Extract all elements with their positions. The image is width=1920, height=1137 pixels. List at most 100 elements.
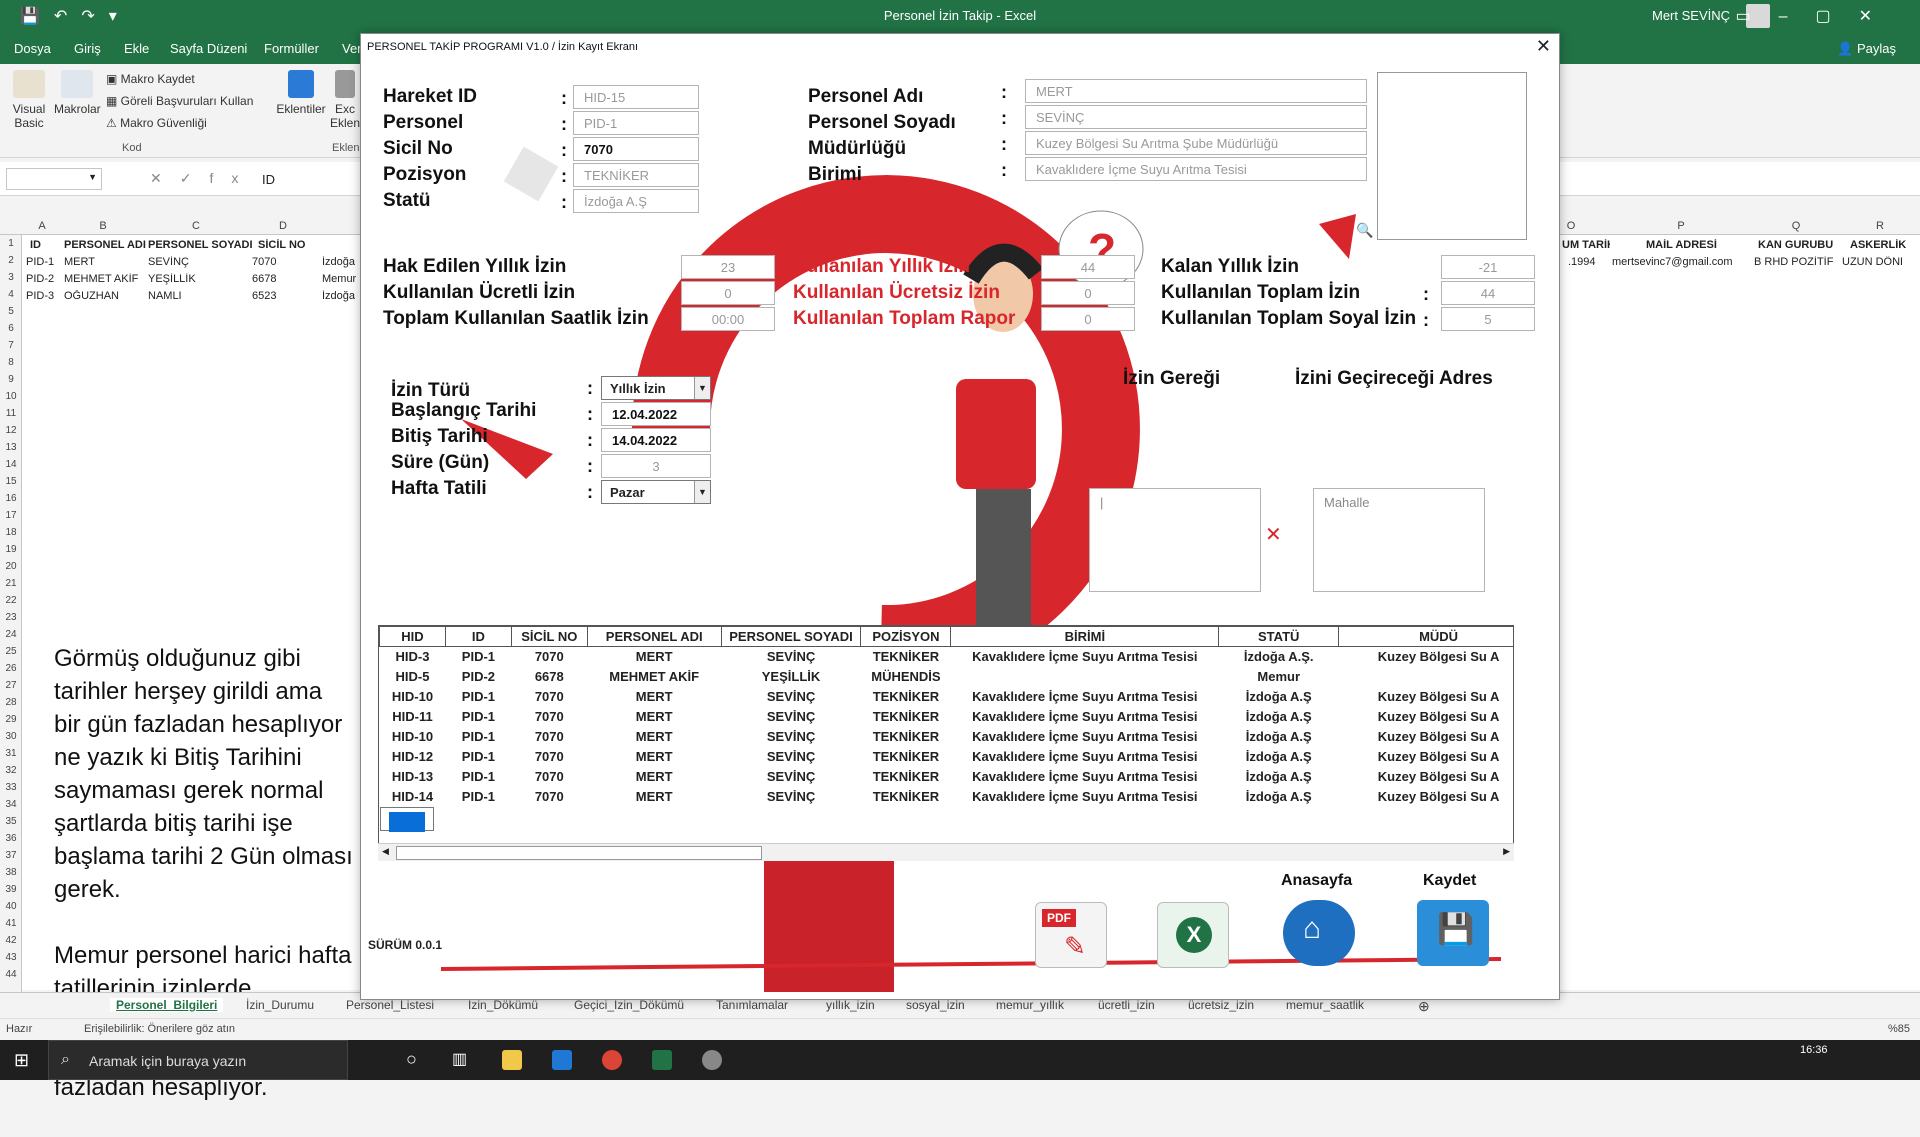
col-header-p[interactable]: P bbox=[1610, 220, 1752, 232]
col-header-o[interactable]: O bbox=[1560, 220, 1582, 232]
kull-ucretli-field[interactable]: 0 bbox=[681, 281, 775, 305]
table-row[interactable]: HID-14 PID-1 7070 MERT SEVİNÇ TEKNİKER Kavaklı… bbox=[380, 787, 1514, 807]
row-header[interactable]: 22 bbox=[0, 595, 22, 606]
col-header-r[interactable]: R bbox=[1840, 220, 1920, 232]
visual-basic-button[interactable]: Visual Basic bbox=[10, 70, 48, 130]
cell-q2[interactable]: B RHD POZİTİF bbox=[1754, 256, 1833, 268]
kalan-yillik-field[interactable]: -21 bbox=[1441, 255, 1535, 279]
cell-d4[interactable]: 6523 bbox=[252, 290, 276, 302]
addins-button[interactable]: Eklentiler bbox=[276, 70, 326, 116]
row-header[interactable]: 44 bbox=[0, 969, 22, 980]
row-header[interactable]: 29 bbox=[0, 714, 22, 725]
row-header[interactable]: 41 bbox=[0, 918, 22, 929]
col-header-d[interactable]: D bbox=[248, 220, 318, 232]
personel-adi-field[interactable]: MERT bbox=[1025, 79, 1367, 103]
sicil-no-field[interactable]: 7070 bbox=[573, 137, 699, 161]
photo-search-icon[interactable]: 🔍 bbox=[1356, 222, 1373, 239]
row-header[interactable]: 30 bbox=[0, 731, 22, 742]
table-row[interactable]: HID-10 PID-1 7070 MERT SEVİNÇ TEKNİKER Kavaklı… bbox=[380, 727, 1514, 747]
row-header[interactable]: 18 bbox=[0, 527, 22, 538]
row-header[interactable]: 6 bbox=[0, 323, 22, 334]
pdf-button[interactable]: PDF ✎ bbox=[1035, 902, 1107, 968]
hak-edilen-field[interactable]: 23 bbox=[681, 255, 775, 279]
hareket-id-field[interactable]: HID-15 bbox=[573, 85, 699, 109]
th-statu[interactable]: STATÜ bbox=[1218, 626, 1340, 647]
task-view-icon[interactable]: ▥ bbox=[452, 1049, 467, 1069]
table-horizontal-scrollbar[interactable]: ◀ ▶ bbox=[378, 843, 1514, 861]
col-header-c[interactable]: C bbox=[144, 220, 248, 232]
chrome-icon[interactable] bbox=[602, 1050, 622, 1070]
kull-yillik-field[interactable]: 44 bbox=[1041, 255, 1135, 279]
izin-adres-textarea[interactable]: Mahalle bbox=[1313, 488, 1485, 592]
cell-c3[interactable]: YEŞİLLİK bbox=[148, 273, 196, 285]
row-header[interactable]: 17 bbox=[0, 510, 22, 521]
row-header[interactable]: 21 bbox=[0, 578, 22, 589]
relative-refs-button[interactable]: ▦ Göreli Başvuruları Kullan bbox=[106, 94, 253, 108]
row-header[interactable]: 5 bbox=[0, 306, 22, 317]
save-button[interactable]: 💾 bbox=[1417, 900, 1489, 966]
table-row[interactable]: HID-3 PID-1 7070 MERT SEVİNÇ TEKNİKER Kavaklıd… bbox=[380, 647, 1514, 667]
macros-button[interactable]: Makrolar bbox=[54, 70, 101, 116]
selected-empty-row[interactable] bbox=[379, 806, 434, 832]
taskbar-search[interactable]: ⌕ Aramak için buraya yazın bbox=[48, 1040, 348, 1080]
row-header[interactable]: 11 bbox=[0, 408, 22, 419]
file-explorer-icon[interactable] bbox=[502, 1050, 522, 1070]
tab-dosya[interactable]: Dosya bbox=[14, 41, 51, 56]
row-header[interactable]: 1 bbox=[0, 238, 22, 249]
th-id[interactable]: ID bbox=[444, 626, 512, 647]
cell-r1[interactable]: ASKERLİK bbox=[1850, 239, 1906, 251]
macro-security-button[interactable]: ⚠ Makro Güvenliği bbox=[106, 116, 207, 130]
th-hid[interactable]: HID bbox=[379, 626, 446, 647]
scroll-right-icon[interactable]: ▶ bbox=[1503, 846, 1510, 857]
formula-input[interactable]: ID bbox=[262, 172, 275, 187]
row-header[interactable]: 38 bbox=[0, 867, 22, 878]
cell-c4[interactable]: NAMLI bbox=[148, 290, 182, 302]
cell-p2[interactable]: mertsevinc7@gmail.com bbox=[1612, 256, 1733, 268]
cell-b3[interactable]: MEHMET AKİF bbox=[64, 273, 138, 285]
row-header[interactable]: 10 bbox=[0, 391, 22, 402]
row-header[interactable]: 28 bbox=[0, 697, 22, 708]
statu-field[interactable]: İzdoğa A.Ş bbox=[573, 189, 699, 213]
row-header[interactable]: 42 bbox=[0, 935, 22, 946]
home-button[interactable]: ⌂ bbox=[1283, 900, 1355, 966]
row-header[interactable]: 4 bbox=[0, 289, 22, 300]
row-header[interactable]: 37 bbox=[0, 850, 22, 861]
izin-geregi-textarea[interactable]: | bbox=[1089, 488, 1261, 592]
accessibility-status[interactable]: Erişilebilirlik: Önerilere göz atın bbox=[84, 1023, 235, 1035]
tab-ekle[interactable]: Ekle bbox=[124, 41, 149, 56]
th-personel-adi[interactable]: PERSONEL ADI bbox=[586, 626, 722, 647]
name-box-dropdown-icon[interactable]: ▼ bbox=[88, 172, 97, 182]
row-header[interactable]: 14 bbox=[0, 459, 22, 470]
tab-giris[interactable]: Giriş bbox=[74, 41, 101, 56]
chevron-down-icon[interactable]: ▼ bbox=[694, 481, 710, 503]
zoom-level[interactable]: %85 bbox=[1888, 1023, 1910, 1035]
clock[interactable]: 16:36 bbox=[1800, 1044, 1828, 1056]
toplam-saatlik-field[interactable]: 00:00 bbox=[681, 307, 775, 331]
mail-icon[interactable] bbox=[552, 1050, 572, 1070]
row-header[interactable]: 39 bbox=[0, 884, 22, 895]
row-header[interactable]: 12 bbox=[0, 425, 22, 436]
kull-rapor-field[interactable]: 0 bbox=[1041, 307, 1135, 331]
cell-a1[interactable]: ID bbox=[30, 239, 41, 251]
row-header[interactable]: 25 bbox=[0, 646, 22, 657]
row-header[interactable]: 19 bbox=[0, 544, 22, 555]
cell-r2[interactable]: UZUN DÖNE bbox=[1842, 256, 1902, 268]
cell-b4[interactable]: OĞUZHAN bbox=[64, 290, 119, 302]
cell-d2[interactable]: 7070 bbox=[252, 256, 276, 268]
cell-a4[interactable]: PID-3 bbox=[26, 290, 54, 302]
scroll-left-icon[interactable]: ◀ bbox=[382, 846, 389, 857]
sure-field[interactable]: 3 bbox=[601, 454, 711, 478]
excel-taskbar-icon[interactable] bbox=[652, 1050, 672, 1070]
personel-soyadi-field[interactable]: SEVİNÇ bbox=[1025, 105, 1367, 129]
formula-bar-icons[interactable]: ✕✓fx bbox=[150, 170, 256, 187]
tab-veri[interactable]: Ver bbox=[342, 41, 362, 56]
cortana-icon[interactable]: ○ bbox=[406, 1049, 417, 1070]
clear-icon[interactable]: ✕ bbox=[1265, 522, 1282, 547]
row-header[interactable]: 33 bbox=[0, 782, 22, 793]
th-mudurlugu[interactable]: MÜDÜ bbox=[1338, 626, 1513, 647]
record-macro-button[interactable]: ▣ Makro Kaydet bbox=[106, 72, 195, 86]
th-birimi[interactable]: BİRİMİ bbox=[950, 626, 1220, 647]
share-button[interactable]: 👤 Paylaş bbox=[1837, 41, 1896, 57]
table-row[interactable]: HID-10 PID-1 7070 MERT SEVİNÇ TEKNİKER Kavaklı… bbox=[380, 687, 1514, 707]
birimi-field[interactable]: Kavaklıdere İçme Suyu Arıtma Tesisi bbox=[1025, 157, 1367, 181]
